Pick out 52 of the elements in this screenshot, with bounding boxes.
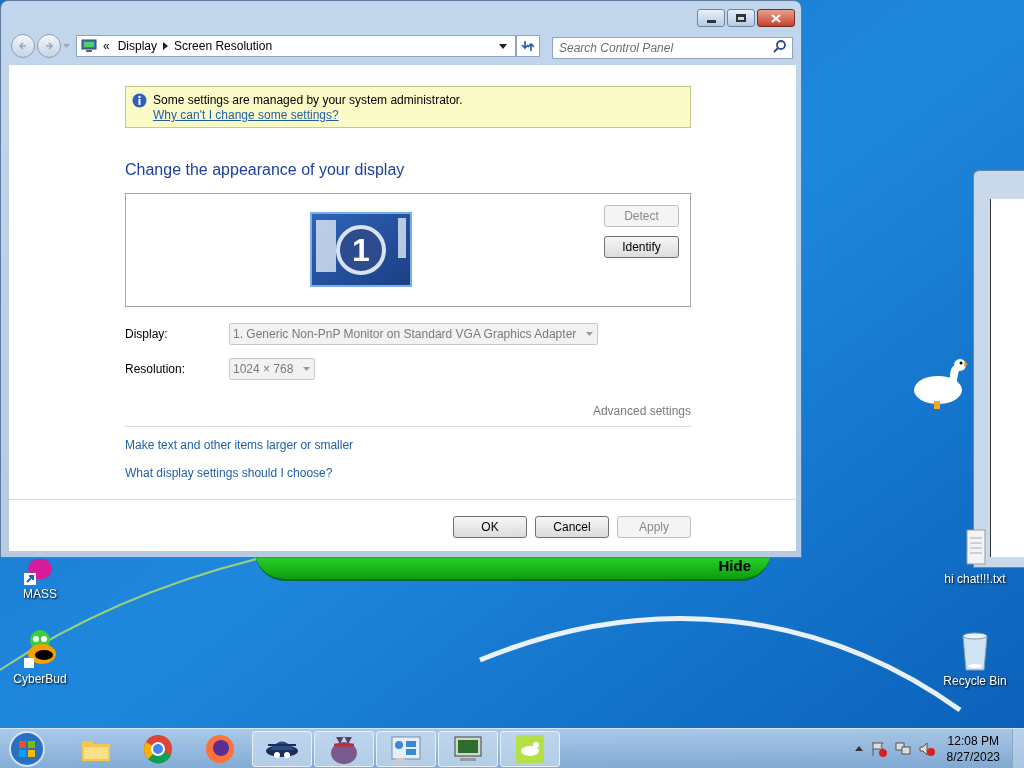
address-bar[interactable]: « Display Screen Resolution	[76, 35, 516, 57]
speaker-muted-icon[interactable]	[918, 740, 935, 757]
dropdown-caret-icon	[303, 367, 311, 371]
desktop-icon-label[interactable]: CyberBud	[13, 670, 67, 688]
close-icon	[771, 13, 781, 23]
desktop-icon-label[interactable]: MASS	[23, 585, 57, 603]
desktop-icon-label[interactable]: hi chat!!!.txt	[944, 570, 1006, 588]
dropdown-value: 1. Generic Non-PnP Monitor on Standard VGA Graphics Adapter	[233, 326, 577, 343]
refresh-icon	[521, 39, 535, 53]
dialog-button[interactable]: Cancel	[535, 516, 609, 538]
forward-arrow-icon	[44, 41, 54, 51]
help-link[interactable]: What display settings should I choose?	[125, 464, 333, 482]
help-link[interactable]: Make text and other items larger or smaller	[125, 436, 354, 454]
side-panel-drawing	[398, 218, 406, 258]
start-button[interactable]	[8, 729, 46, 768]
flag-warning-icon[interactable]	[870, 740, 887, 757]
breadcrumb-item[interactable]: Screen Resolution	[174, 37, 273, 55]
clock-date: 8/27/2023	[946, 748, 1000, 765]
search-field[interactable]: Search Control Panel	[552, 37, 793, 59]
breadcrumb-item[interactable]: Display	[117, 37, 158, 55]
refresh-button[interactable]	[516, 35, 540, 57]
clock[interactable]: 12:08 PM 8/27/2023	[946, 732, 1000, 765]
taskbar-app-button[interactable]	[252, 730, 312, 767]
back-arrow-icon	[18, 41, 28, 51]
monitor-icon	[81, 39, 97, 53]
field-label: Display:	[125, 326, 169, 343]
hide-button[interactable]: Hide	[718, 554, 751, 577]
dropdown-value: 1024 × 768	[233, 361, 294, 378]
breadcrumb-overflow-button[interactable]: «	[103, 37, 110, 55]
dropdown-caret-icon[interactable]	[499, 43, 507, 49]
window-pane-drawing	[316, 220, 336, 272]
show-hidden-icons-caret[interactable]	[854, 746, 863, 751]
info-icon	[132, 93, 147, 108]
breadcrumb-arrow-icon[interactable]	[163, 42, 169, 50]
desktop-icon-label[interactable]: Recycle Bin	[943, 672, 1007, 690]
taskbar-app-button[interactable]	[438, 730, 498, 767]
preview-button[interactable]: Identify	[604, 236, 679, 258]
dialog-button[interactable]: OK	[453, 516, 527, 538]
close-button[interactable]	[757, 9, 795, 27]
taskbar-app-button[interactable]	[314, 730, 374, 767]
monitor-tile[interactable]: 1	[310, 212, 412, 287]
field-label: Resolution:	[125, 361, 187, 378]
page-heading: Change the appearance of your display	[125, 160, 406, 180]
network-icon[interactable]	[894, 740, 911, 757]
monitor-number: 1	[336, 224, 386, 275]
dropdown-caret-icon	[586, 332, 594, 336]
notice-link[interactable]: Why can't I change some settings?	[153, 108, 463, 123]
notice-text: Some settings are managed by your system administrator.	[153, 93, 463, 108]
minimize-button[interactable]	[697, 9, 725, 27]
search-icon	[773, 39, 787, 53]
clock-time: 12:08 PM	[947, 732, 999, 749]
maximize-button[interactable]	[727, 9, 755, 27]
